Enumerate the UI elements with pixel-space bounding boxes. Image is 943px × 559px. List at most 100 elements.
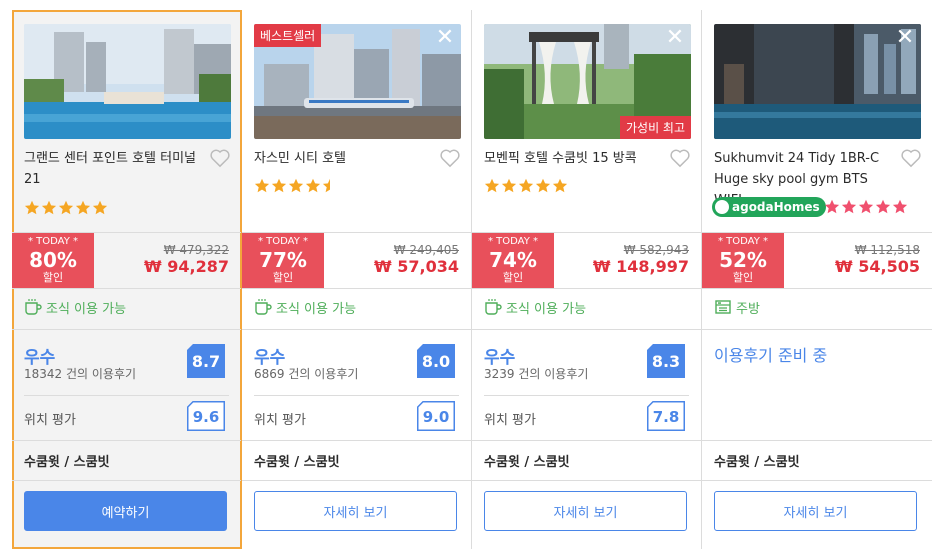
- sale-price: ₩ 57,034: [374, 257, 459, 276]
- hotel-name[interactable]: 그랜드 센터 포인트 호텔 터미널 21: [24, 148, 202, 190]
- original-price: ₩ 249,405: [393, 243, 459, 257]
- divider: [472, 440, 701, 441]
- location-score: 9.0: [422, 408, 450, 426]
- provider-label: agodaHomes: [732, 200, 820, 214]
- hotel-photo[interactable]: ✕: [714, 24, 921, 139]
- sale-price: ₩ 54,505: [835, 257, 920, 276]
- discount-label: 할인: [272, 271, 294, 284]
- star-rating: [254, 178, 339, 194]
- star-icon: [271, 178, 287, 193]
- kitchen-icon: [715, 300, 731, 314]
- sale-price: ₩ 94,287: [144, 257, 229, 276]
- review-score: 8.3: [651, 352, 681, 371]
- discount-percent: 52%: [719, 248, 767, 272]
- today-label: * TODAY *: [257, 236, 309, 247]
- discount-label: 할인: [732, 271, 754, 284]
- divider: [242, 288, 471, 289]
- divider: [12, 440, 241, 441]
- review-count[interactable]: 18342 건의 이용후기: [24, 365, 136, 382]
- amenity-label: 조식 이용 가능: [46, 301, 127, 317]
- star-icon: [552, 178, 568, 193]
- hotel-name[interactable]: 자스민 시티 호텔: [254, 148, 432, 169]
- hotel-card-2[interactable]: 베스트셀러 ✕ 자스민 시티 호텔 * TODAY * 77% 할인 ₩ 249…: [242, 10, 472, 549]
- star-icon: [75, 200, 91, 215]
- star-icon: [288, 178, 304, 193]
- star-icon: [535, 178, 551, 193]
- discount-percent: 80%: [29, 248, 77, 272]
- star-icon: [24, 200, 40, 215]
- location-score-badge: 9.6: [187, 401, 225, 431]
- location-label: 위치 평가: [484, 413, 536, 428]
- location-label: 위치 평가: [24, 413, 76, 428]
- best-value-badge: 가성비 최고: [619, 116, 691, 139]
- hotel-photo[interactable]: 가성비 최고 ✕: [484, 24, 691, 139]
- divider: [242, 480, 471, 481]
- star-rating: [24, 200, 109, 216]
- star-icon: [892, 199, 908, 214]
- original-price: ₩ 479,322: [163, 243, 229, 257]
- today-label: * TODAY *: [487, 236, 539, 247]
- discount-percent: 77%: [259, 248, 307, 272]
- book-button[interactable]: 예약하기: [24, 491, 227, 531]
- heart-icon[interactable]: [439, 148, 461, 168]
- divider: [12, 329, 241, 330]
- details-button[interactable]: 자세히 보기: [714, 491, 917, 531]
- area-name: 수쿰윗 / 스쿰빗: [484, 455, 570, 470]
- amenity: 조식 이용 가능: [254, 297, 356, 317]
- review-count[interactable]: 6869 건의 이용후기: [254, 365, 358, 382]
- original-price: ₩ 112,518: [854, 243, 920, 257]
- star-icon: [841, 199, 857, 214]
- divider: [12, 288, 241, 289]
- details-button[interactable]: 자세히 보기: [254, 491, 457, 531]
- home-icon: [715, 200, 729, 214]
- review-score-badge: 8.7: [187, 344, 225, 378]
- star-icon: [824, 199, 840, 214]
- original-price: ₩ 582,943: [623, 243, 689, 257]
- star-icon: [305, 178, 321, 193]
- divider: [472, 329, 701, 330]
- star-icon: [41, 200, 57, 215]
- divider: [702, 440, 932, 441]
- location-score-badge: 7.8: [647, 401, 685, 431]
- hotel-photo[interactable]: [24, 24, 231, 139]
- discount-label: 할인: [502, 271, 524, 284]
- divider: [242, 440, 471, 441]
- review-score: 8.0: [421, 352, 451, 371]
- divider: [702, 480, 932, 481]
- review-count[interactable]: 3239 건의 이용후기: [484, 365, 588, 382]
- close-icon[interactable]: ✕: [893, 26, 917, 50]
- hotel-card-1[interactable]: 그랜드 센터 포인트 호텔 터미널 21 * TODAY * 80% 할인 ₩ …: [12, 10, 242, 549]
- bestseller-badge: 베스트셀러: [254, 24, 322, 47]
- divider: [12, 480, 241, 481]
- amenity-label: 조식 이용 가능: [506, 301, 587, 317]
- location-label: 위치 평가: [254, 413, 306, 428]
- close-icon[interactable]: ✕: [433, 26, 457, 50]
- divider: [702, 288, 932, 289]
- divider: [484, 395, 689, 396]
- amenity: 주방: [714, 297, 760, 317]
- heart-icon[interactable]: [669, 148, 691, 168]
- today-label: * TODAY *: [717, 236, 769, 247]
- hotel-card-3[interactable]: 가성비 최고 ✕ 모벤픽 호텔 수쿰빗 15 방콕 * TODAY * 74% …: [472, 10, 702, 549]
- location-score: 9.6: [192, 408, 220, 426]
- divider: [472, 480, 701, 481]
- discount-badge: * TODAY * 52% 할인: [702, 233, 784, 288]
- divider: [24, 395, 229, 396]
- review-score-badge: 8.3: [647, 344, 685, 378]
- close-icon[interactable]: ✕: [663, 26, 687, 50]
- heart-icon[interactable]: [209, 148, 231, 168]
- hotel-name[interactable]: 모벤픽 호텔 수쿰빗 15 방콕: [484, 148, 662, 169]
- discount-badge: * TODAY * 80% 할인: [12, 233, 94, 288]
- amenity-label: 주방: [736, 301, 760, 317]
- location-score: 7.8: [652, 408, 680, 426]
- hotel-photo[interactable]: 베스트셀러 ✕: [254, 24, 461, 139]
- star-rating: [484, 178, 569, 194]
- hotel-card-4[interactable]: ✕ Sukhumvit 24 Tidy 1BR-C Huge sky pool …: [702, 10, 932, 549]
- details-button[interactable]: 자세히 보기: [484, 491, 687, 531]
- review-score: 8.7: [191, 352, 221, 371]
- heart-icon[interactable]: [900, 148, 922, 168]
- area-name: 수쿰윗 / 스쿰빗: [714, 455, 800, 470]
- divider: [472, 288, 701, 289]
- review-score-badge: 8.0: [417, 344, 455, 378]
- amenity: 조식 이용 가능: [24, 297, 126, 317]
